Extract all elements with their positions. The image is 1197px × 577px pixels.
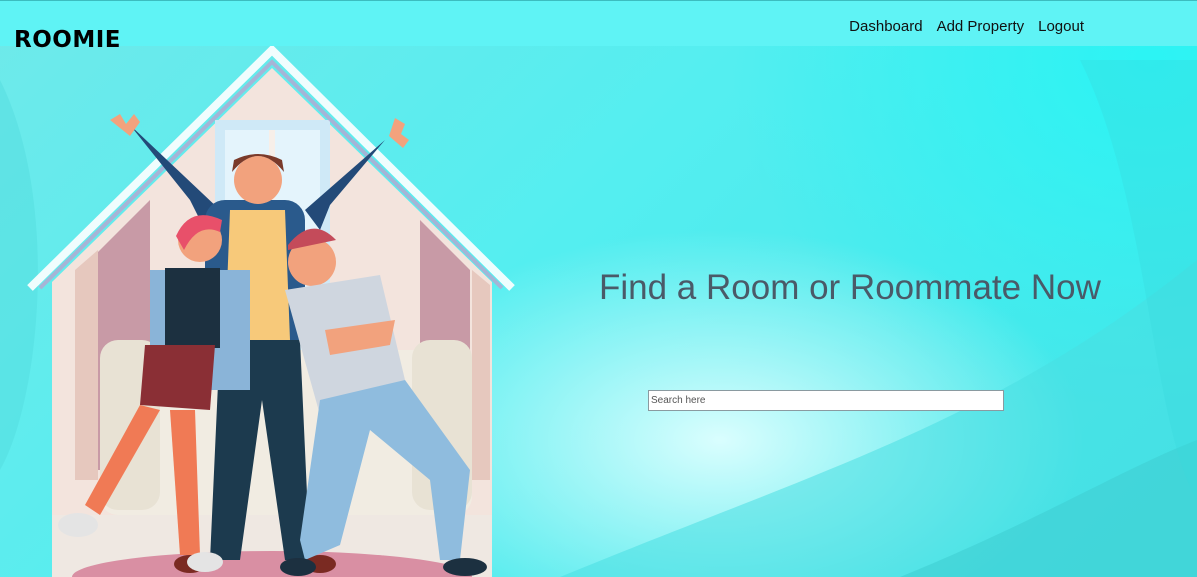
search-input[interactable] [648,390,1004,411]
nav-add-property-link[interactable]: Add Property [937,18,1025,35]
nav-links: Dashboard Add Property Logout [849,18,1084,35]
hero-title: Find a Room or Roommate Now [599,268,1101,307]
brand-logo[interactable]: ROOMIE [14,27,121,53]
nav-logout-link[interactable]: Logout [1038,18,1084,35]
navbar: Dashboard Add Property Logout [0,0,1197,46]
nav-dashboard-link[interactable]: Dashboard [849,18,922,35]
hero-illustration [27,46,515,577]
